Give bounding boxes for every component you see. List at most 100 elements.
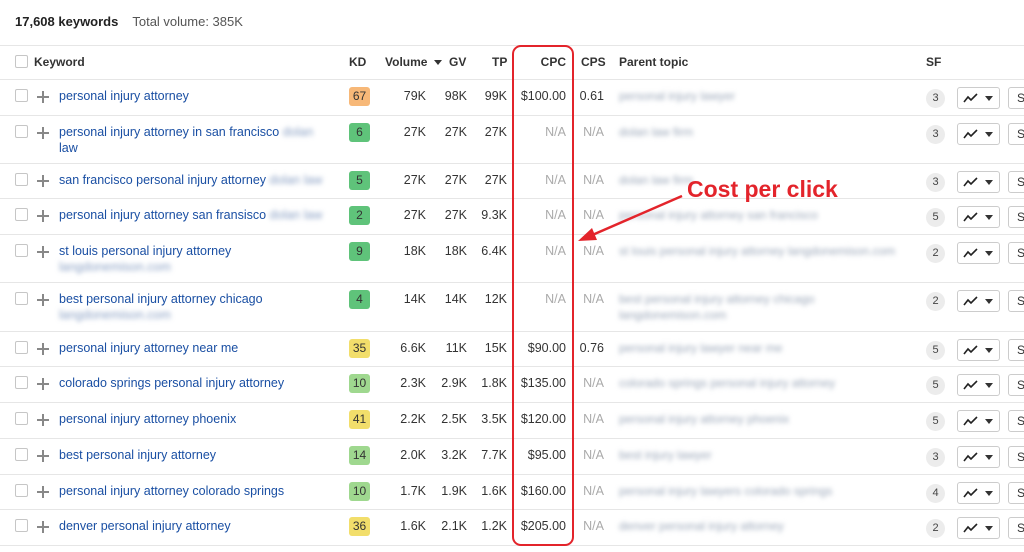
serp-features-count[interactable]: 3	[926, 89, 945, 108]
divider	[0, 45, 1024, 46]
serp-button[interactable]: S	[1008, 206, 1024, 228]
row-checkbox[interactable]	[15, 448, 28, 461]
serp-features-count[interactable]: 4	[926, 484, 945, 503]
blurred-text: personal injury attorney phoenix	[619, 412, 790, 426]
serp-button[interactable]: S	[1008, 482, 1024, 504]
keyword-link[interactable]: san francisco personal injury attorney d…	[59, 172, 327, 188]
plus-icon[interactable]	[37, 210, 49, 222]
plus-icon[interactable]	[37, 246, 49, 258]
row-checkbox[interactable]	[15, 89, 28, 102]
parent-topic-link[interactable]: personal injury lawyer	[619, 88, 919, 104]
serp-button[interactable]: S	[1008, 410, 1024, 432]
serp-button[interactable]: S	[1008, 242, 1024, 264]
parent-topic-link[interactable]: best injury lawyer	[619, 447, 919, 463]
serp-features-count[interactable]: 5	[926, 412, 945, 431]
serp-button[interactable]: S	[1008, 517, 1024, 539]
kd-badge: 9	[349, 242, 370, 261]
plus-icon[interactable]	[37, 343, 49, 355]
column-sf[interactable]: SF	[926, 55, 941, 69]
serp-features-count[interactable]: 2	[926, 519, 945, 538]
keyword-link[interactable]: st louis personal injury attorney langdon…	[59, 243, 327, 275]
tp-cell: 99K	[484, 89, 507, 103]
trend-dropdown[interactable]	[957, 410, 1000, 432]
keyword-link[interactable]: personal injury attorney phoenix	[59, 411, 327, 427]
serp-button[interactable]: S	[1008, 123, 1024, 145]
trend-dropdown[interactable]	[957, 374, 1000, 396]
serp-features-count[interactable]: 5	[926, 208, 945, 227]
row-checkbox[interactable]	[15, 125, 28, 138]
serp-button[interactable]: S	[1008, 290, 1024, 312]
parent-topic-link[interactable]: colorado springs personal injury attorne…	[619, 375, 919, 391]
row-checkbox[interactable]	[15, 292, 28, 305]
column-keyword[interactable]: Keyword	[34, 55, 85, 69]
column-tp[interactable]: TP	[492, 55, 507, 69]
select-all-checkbox[interactable]	[15, 55, 28, 68]
serp-features-count[interactable]: 2	[926, 244, 945, 263]
keyword-text: denver personal injury attorney	[59, 519, 231, 533]
serp-button[interactable]: S	[1008, 446, 1024, 468]
plus-icon[interactable]	[37, 91, 49, 103]
parent-topic-link[interactable]: personal injury lawyer near me	[619, 340, 919, 356]
keyword-link[interactable]: personal injury attorney colorado spring…	[59, 483, 327, 499]
trend-dropdown[interactable]	[957, 87, 1000, 109]
serp-button[interactable]: S	[1008, 171, 1024, 193]
row-checkbox[interactable]	[15, 376, 28, 389]
trend-dropdown[interactable]	[957, 339, 1000, 361]
trend-dropdown[interactable]	[957, 290, 1000, 312]
row-checkbox[interactable]	[15, 244, 28, 257]
keyword-link[interactable]: best personal injury attorney chicago lan…	[59, 291, 327, 323]
keyword-link[interactable]: personal injury attorney san fransisco d…	[59, 207, 327, 223]
trend-dropdown[interactable]	[957, 206, 1000, 228]
trend-dropdown[interactable]	[957, 517, 1000, 539]
parent-topic-link[interactable]: dolan law firm	[619, 124, 919, 140]
parent-topic-link[interactable]: personal injury attorney phoenix	[619, 411, 919, 427]
plus-icon[interactable]	[37, 127, 49, 139]
row-checkbox[interactable]	[15, 173, 28, 186]
column-parent-topic[interactable]: Parent topic	[619, 55, 688, 69]
serp-features-count[interactable]: 3	[926, 125, 945, 144]
volume-cell: 79K	[403, 89, 426, 103]
serp-features-count[interactable]: 5	[926, 376, 945, 395]
keyword-link[interactable]: personal injury attorney near me	[59, 340, 327, 356]
plus-icon[interactable]	[37, 175, 49, 187]
row-checkbox[interactable]	[15, 412, 28, 425]
parent-topic-link[interactable]: personal injury lawyers colorado springs	[619, 483, 919, 499]
serp-button[interactable]: S	[1008, 374, 1024, 396]
parent-topic-link[interactable]: best personal injury attorney chicago lan…	[619, 291, 919, 323]
parent-topic-link[interactable]: denver personal injury attorney	[619, 518, 919, 534]
column-kd[interactable]: KD	[349, 55, 366, 69]
row-checkbox[interactable]	[15, 208, 28, 221]
keyword-link[interactable]: personal injury attorney in san francisc…	[59, 124, 327, 156]
chevron-down-icon	[985, 214, 993, 220]
row-checkbox[interactable]	[15, 341, 28, 354]
plus-icon[interactable]	[37, 450, 49, 462]
row-checkbox[interactable]	[15, 519, 28, 532]
keyword-link[interactable]: best personal injury attorney	[59, 447, 327, 463]
row-checkbox[interactable]	[15, 484, 28, 497]
trend-dropdown[interactable]	[957, 482, 1000, 504]
trend-dropdown[interactable]	[957, 171, 1000, 193]
column-gv[interactable]: GV	[449, 55, 466, 69]
keyword-link[interactable]: denver personal injury attorney	[59, 518, 327, 534]
serp-features-count[interactable]: 2	[926, 292, 945, 311]
plus-icon[interactable]	[37, 378, 49, 390]
trend-dropdown[interactable]	[957, 446, 1000, 468]
plus-icon[interactable]	[37, 486, 49, 498]
plus-icon[interactable]	[37, 414, 49, 426]
keyword-link[interactable]: personal injury attorney	[59, 88, 327, 104]
plus-icon[interactable]	[37, 521, 49, 533]
plus-icon[interactable]	[37, 294, 49, 306]
serp-features-count[interactable]: 3	[926, 173, 945, 192]
serp-features-count[interactable]: 3	[926, 448, 945, 467]
blurred-text: best personal injury attorney chicago	[619, 292, 815, 306]
trend-dropdown[interactable]	[957, 242, 1000, 264]
gv-cell: 14K	[444, 292, 467, 306]
serp-features-count[interactable]: 5	[926, 341, 945, 360]
column-volume[interactable]: Volume	[385, 55, 442, 69]
trend-dropdown[interactable]	[957, 123, 1000, 145]
tp-cell: 3.5K	[481, 412, 507, 426]
serp-button[interactable]: S	[1008, 87, 1024, 109]
serp-button[interactable]: S	[1008, 339, 1024, 361]
column-cps[interactable]: CPS	[581, 55, 606, 69]
keyword-link[interactable]: colorado springs personal injury attorne…	[59, 375, 327, 391]
